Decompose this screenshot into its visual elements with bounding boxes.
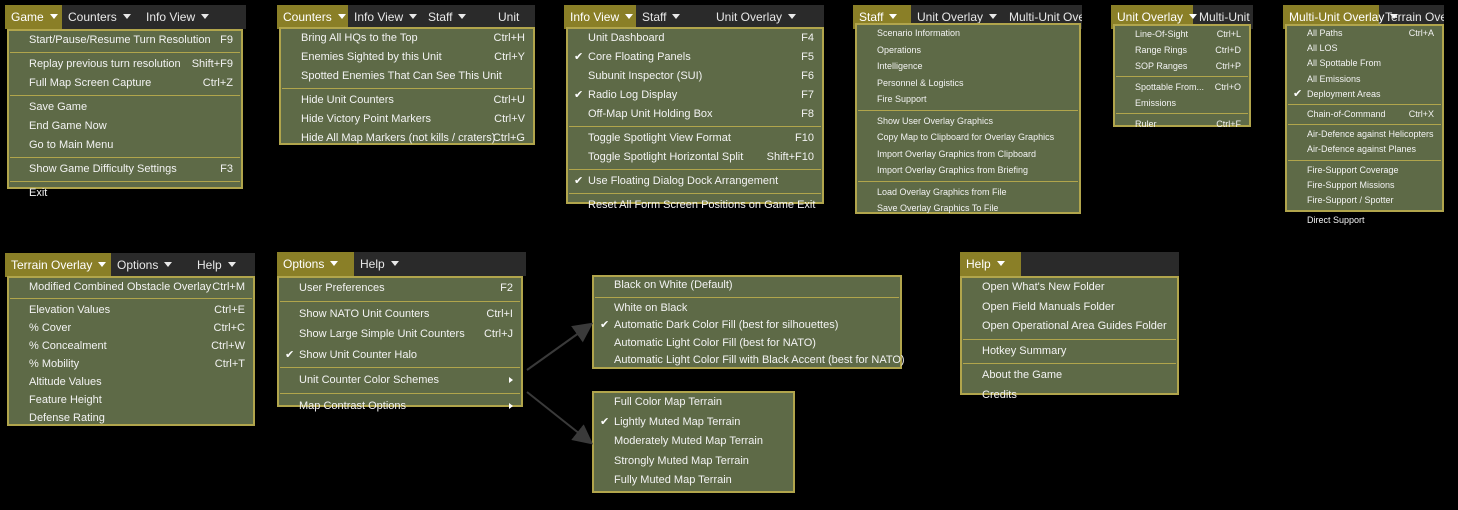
arrow-to-map-contrast	[526, 391, 594, 445]
arrow-to-color-schemes	[526, 322, 594, 371]
submenu-connector-arrows	[526, 322, 594, 445]
